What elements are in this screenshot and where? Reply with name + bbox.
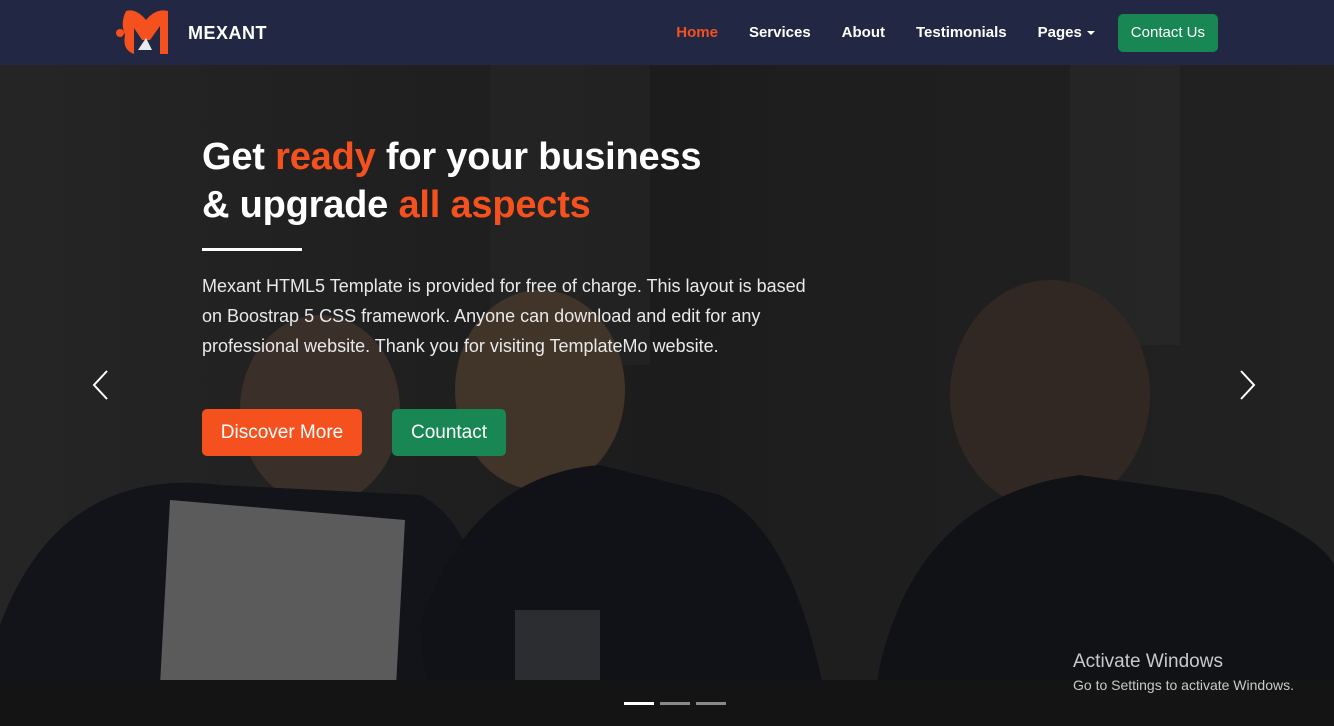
hero-description: Mexant HTML5 Template is provided for fr… <box>202 276 806 356</box>
title-divider <box>202 248 302 251</box>
contact-us-button[interactable]: Contact Us <box>1117 13 1218 52</box>
chevron-right-icon[interactable] <box>1237 368 1257 402</box>
carousel-indicators <box>624 702 732 705</box>
nav-item-home[interactable]: Home <box>676 24 718 41</box>
activate-windows-subtitle: Go to Settings to activate Windows. <box>1073 677 1294 693</box>
hero-title-accent2: all aspects <box>398 184 591 226</box>
activate-windows-watermark: Activate Windows Go to Settings to activ… <box>1073 651 1294 695</box>
nav-item-pages-dropdown[interactable]: Pages <box>1038 24 1095 41</box>
nav-item-about[interactable]: About <box>842 24 885 41</box>
nav-item-pages-label: Pages <box>1037 24 1082 41</box>
countact-button[interactable]: Countact <box>392 409 506 456</box>
navbar: MEXANT Home Services About Testimonials … <box>0 0 1334 65</box>
activate-windows-title: Activate Windows <box>1073 651 1223 672</box>
carousel-indicator-1[interactable] <box>624 702 654 705</box>
nav-item-testimonials[interactable]: Testimonials <box>916 24 1007 41</box>
hero-content: Get ready for your business & upgrade al… <box>202 133 842 456</box>
hero-title-accent1: ready <box>275 136 376 178</box>
carousel-indicator-3[interactable] <box>696 702 726 705</box>
hero-buttons: Discover More Countact <box>202 409 842 456</box>
chevron-left-icon[interactable] <box>91 368 111 402</box>
carousel-indicator-2[interactable] <box>660 702 690 705</box>
brand[interactable]: MEXANT <box>116 8 267 58</box>
hero-title-part3: & upgrade <box>202 184 399 226</box>
main-nav: Home Services About Testimonials Pages C… <box>645 0 1218 65</box>
brand-logo-icon <box>116 10 168 54</box>
hero-title-part2: for your business <box>375 136 702 178</box>
caret-down-icon <box>1086 31 1095 35</box>
brand-name: MEXANT <box>188 22 267 43</box>
hero-title: Get ready for your business & upgrade al… <box>202 133 842 229</box>
discover-more-button[interactable]: Discover More <box>202 409 362 456</box>
hero-title-part1: Get <box>202 136 276 178</box>
hero-carousel: Get ready for your business & upgrade al… <box>0 65 1334 726</box>
nav-item-services[interactable]: Services <box>749 24 811 41</box>
